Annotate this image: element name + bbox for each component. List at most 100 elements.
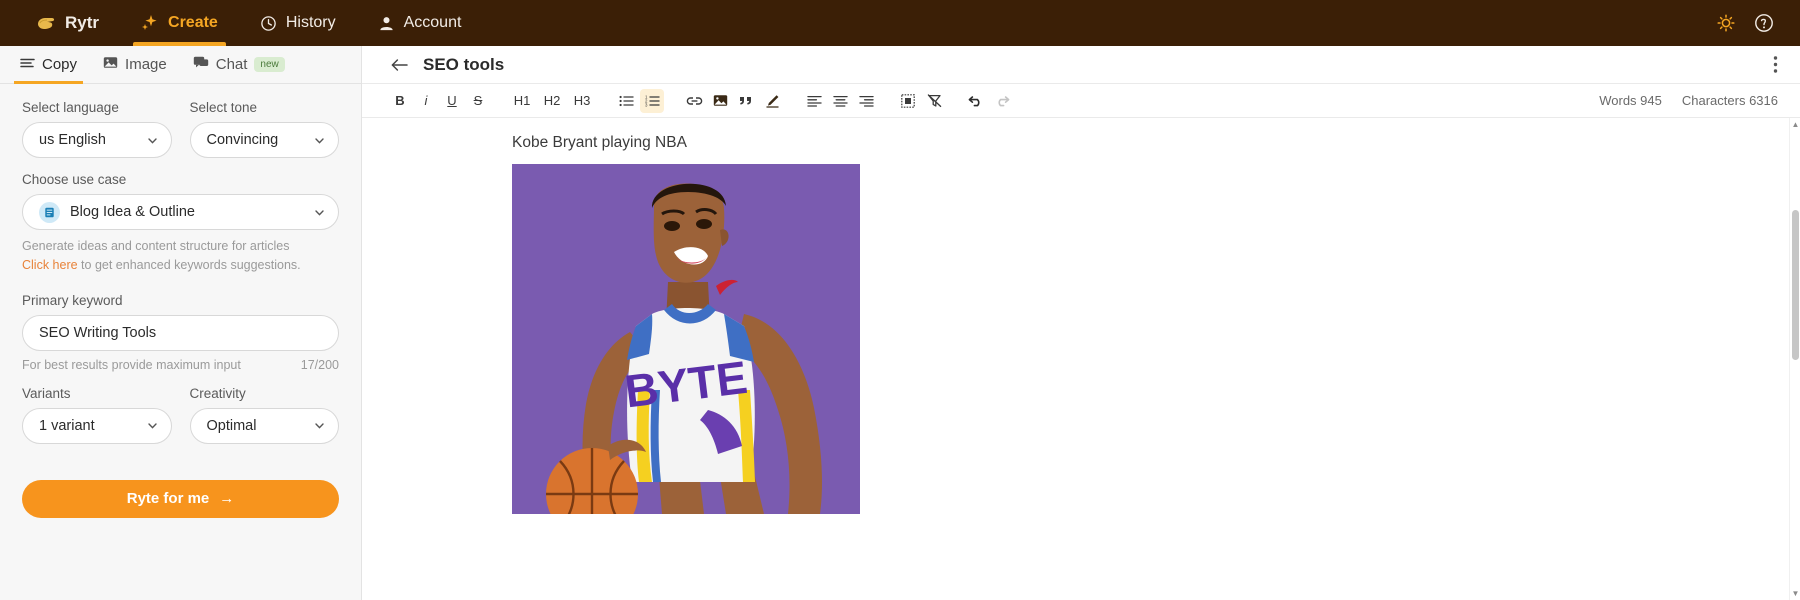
creativity-value: Optimal — [207, 418, 314, 434]
bold-glyph: B — [395, 93, 404, 108]
link-button[interactable] — [682, 89, 706, 113]
language-select[interactable]: us English — [22, 122, 172, 158]
top-bar-actions — [1716, 0, 1800, 46]
hand-icon — [36, 15, 56, 31]
image-button[interactable] — [708, 89, 732, 113]
nav-item-create[interactable]: Create — [123, 0, 236, 46]
editor-canvas[interactable]: Kobe Bryant playing NBA — [362, 118, 1800, 600]
variants-label: Variants — [22, 386, 172, 401]
app-body: Copy Image — [0, 46, 1800, 600]
cta-label: Ryte for me — [127, 490, 210, 507]
nav-item-rytr[interactable]: Rytr — [18, 0, 117, 46]
undo-button[interactable] — [964, 89, 988, 113]
scrollbar-thumb[interactable] — [1792, 210, 1799, 360]
word-count-value: 945 — [1640, 93, 1662, 108]
chevron-down-icon — [146, 134, 159, 147]
more-vertical-icon[interactable] — [1773, 55, 1778, 74]
nav-item-account[interactable]: Account — [360, 0, 480, 46]
document-heading: Kobe Bryant playing NBA — [512, 134, 1800, 152]
document-icon — [39, 202, 60, 223]
ryte-for-me-button[interactable]: Ryte for me → — [22, 480, 339, 518]
ordered-list-button[interactable]: 123 — [640, 89, 664, 113]
tab-label-image: Image — [125, 56, 167, 73]
lines-icon — [20, 56, 35, 73]
heading-1-button[interactable]: H1 — [508, 89, 536, 113]
h3-glyph: H3 — [574, 93, 591, 108]
chat-new-badge: new — [254, 57, 284, 72]
primary-keyword-counter: 17/200 — [301, 358, 339, 372]
chat-icon — [193, 56, 209, 73]
word-count-label: Words — [1599, 93, 1636, 108]
highlight-button[interactable] — [760, 89, 784, 113]
strikethrough-glyph: S — [474, 93, 483, 108]
tab-image[interactable]: Image — [93, 46, 177, 83]
italic-button[interactable]: i — [414, 89, 438, 113]
bullet-list-icon — [619, 95, 634, 107]
pen-icon — [765, 94, 780, 108]
left-panel: Copy Image — [0, 46, 362, 600]
underline-button[interactable]: U — [440, 89, 464, 113]
heading-2-button[interactable]: H2 — [538, 89, 566, 113]
bullet-list-button[interactable] — [614, 89, 638, 113]
variants-value: 1 variant — [39, 418, 146, 434]
align-center-button[interactable] — [828, 89, 852, 113]
variants-select[interactable]: 1 variant — [22, 408, 172, 444]
tab-copy[interactable]: Copy — [10, 46, 87, 83]
keyword-suggestion-link[interactable]: Click here — [22, 258, 78, 272]
tone-field: Select tone Convincing — [190, 100, 340, 158]
help-circle-icon[interactable] — [1754, 13, 1774, 33]
creativity-label: Creativity — [190, 386, 340, 401]
variants-field: Variants 1 variant — [22, 386, 172, 444]
brightness-icon[interactable] — [1716, 13, 1736, 33]
page-title: SEO tools — [423, 55, 504, 75]
primary-keyword-input[interactable]: SEO Writing Tools — [22, 315, 339, 351]
panel-form: Select language us English Select tone C… — [0, 84, 361, 458]
align-left-button[interactable] — [802, 89, 826, 113]
use-case-select[interactable]: Blog Idea & Outline — [22, 194, 339, 230]
italic-glyph: i — [425, 93, 428, 108]
tone-value: Convincing — [207, 132, 314, 148]
creativity-select[interactable]: Optimal — [190, 408, 340, 444]
creativity-field: Creativity Optimal — [190, 386, 340, 444]
align-right-button[interactable] — [854, 89, 878, 113]
quote-icon — [739, 95, 753, 107]
table-button[interactable] — [896, 89, 920, 113]
character-count-value: 6316 — [1749, 93, 1778, 108]
primary-keyword-field: Primary keyword SEO Writing Tools For be… — [22, 293, 339, 372]
tone-label: Select tone — [190, 100, 340, 115]
heading-3-button[interactable]: H3 — [568, 89, 596, 113]
primary-keyword-meta: For best results provide maximum input 1… — [22, 358, 339, 372]
h2-glyph: H2 — [544, 93, 561, 108]
tab-chat[interactable]: Chat new — [183, 46, 295, 83]
clear-format-button[interactable] — [922, 89, 946, 113]
chevron-down-icon — [146, 419, 159, 432]
use-case-value: Blog Idea & Outline — [70, 204, 313, 220]
strikethrough-button[interactable]: S — [466, 89, 490, 113]
editor-panel: SEO tools B i U S H1 H2 H3 — [362, 46, 1800, 600]
scroll-down-arrow[interactable]: ▼ — [1791, 589, 1800, 598]
arrow-left-icon[interactable] — [390, 57, 409, 73]
undo-icon — [968, 94, 984, 107]
primary-keyword-helper: For best results provide maximum input — [22, 358, 241, 372]
use-case-description: Generate ideas and content structure for… — [22, 237, 339, 275]
use-case-description-text: Generate ideas and content structure for… — [22, 237, 339, 256]
language-tone-row: Select language us English Select tone C… — [22, 100, 339, 172]
word-count: Words 945 — [1599, 93, 1662, 108]
ordered-list-icon: 123 — [645, 95, 660, 107]
redo-button[interactable] — [990, 89, 1014, 113]
chevron-down-icon — [313, 419, 326, 432]
keyword-suggestion-suffix: to get enhanced keywords suggestions. — [78, 258, 301, 272]
redo-icon — [994, 94, 1010, 107]
svg-text:3: 3 — [645, 102, 648, 106]
scroll-up-arrow[interactable]: ▲ — [1791, 120, 1800, 129]
tone-select[interactable]: Convincing — [190, 122, 340, 158]
primary-keyword-value: SEO Writing Tools — [39, 325, 156, 341]
align-left-icon — [807, 95, 822, 107]
vertical-scrollbar[interactable]: ▲ ▼ — [1789, 118, 1800, 600]
quote-button[interactable] — [734, 89, 758, 113]
nav-item-history[interactable]: History — [242, 0, 354, 46]
bold-button[interactable]: B — [388, 89, 412, 113]
person-icon — [378, 15, 395, 32]
tab-label-chat: Chat — [216, 56, 248, 73]
use-case-label: Choose use case — [22, 172, 339, 187]
